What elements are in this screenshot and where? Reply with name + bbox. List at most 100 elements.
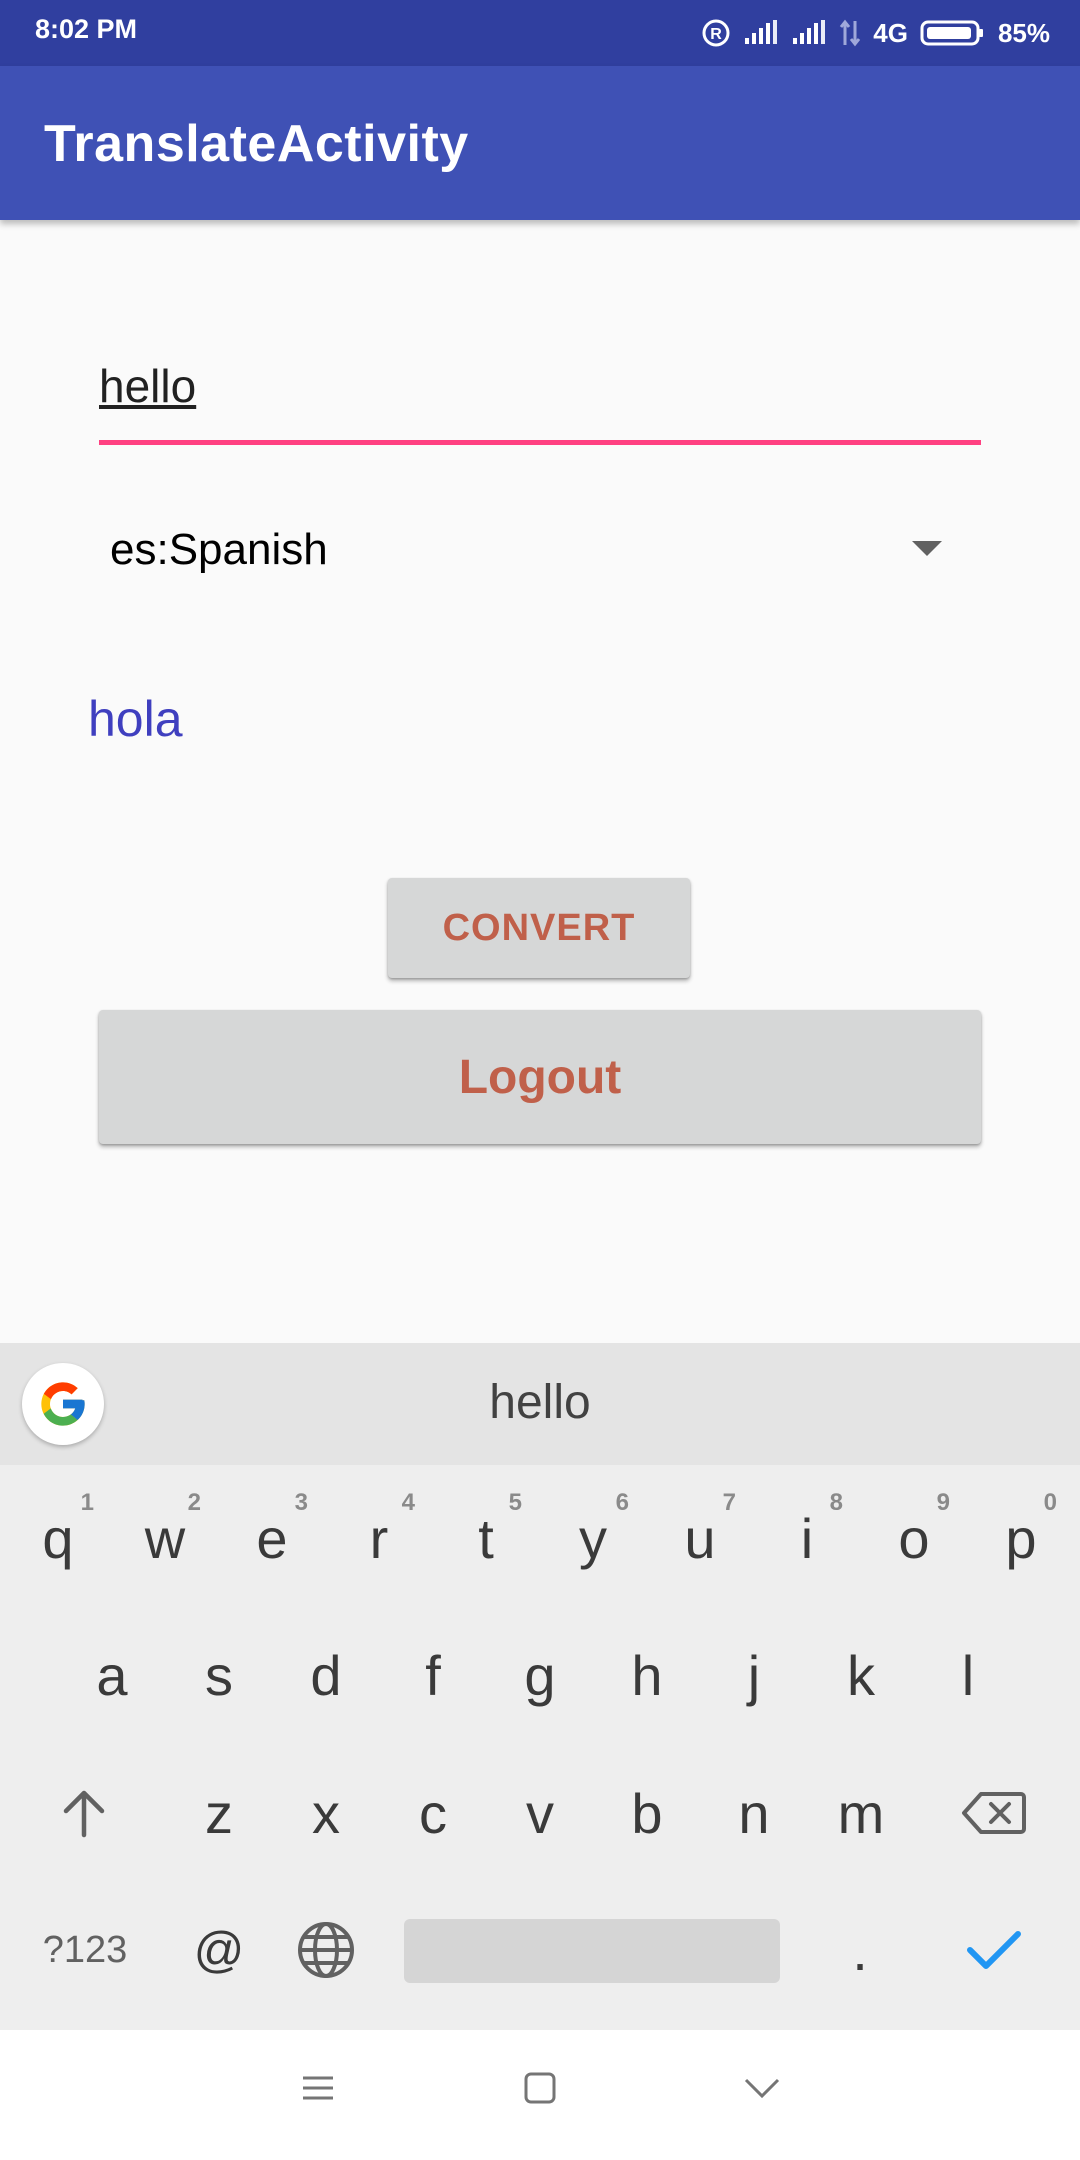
language-spinner[interactable]: es:Spanish [110,515,950,585]
status-icons: R 4G 85% [701,12,1050,54]
key-label: e [256,1506,288,1570]
key-d[interactable]: d [272,1610,380,1740]
app-title: TranslateActivity [44,115,469,173]
key-e[interactable]: e3 [218,1473,326,1603]
key-label: c [419,1781,447,1845]
status-time: 8:02 PM [35,14,138,44]
key-g[interactable]: g [486,1610,594,1740]
key-hint: 2 [187,1489,201,1516]
key-s[interactable]: s [165,1610,273,1740]
key-hint: 3 [294,1489,308,1516]
registered-icon: R [701,18,731,48]
key-label: j [747,1643,761,1707]
key-y[interactable]: y6 [539,1473,647,1603]
key-l[interactable]: l [914,1610,1022,1740]
signal-icon [743,20,779,46]
key-j[interactable]: j [700,1610,808,1740]
key-hint: 7 [722,1489,736,1516]
key-label: l [961,1643,975,1707]
input-underline [99,440,981,445]
checkmark-icon [967,1931,1021,1969]
text-input-container [99,350,981,450]
key-z[interactable]: z [165,1748,273,1878]
home-icon[interactable] [522,2070,558,2106]
key-q[interactable]: q1 [4,1473,112,1603]
key-hint: 1 [80,1489,94,1516]
keyboard-suggestion[interactable]: hello [0,1375,1080,1430]
key-f[interactable]: f [379,1610,487,1740]
space-key[interactable] [404,1919,780,1983]
period-key[interactable]: . [806,1885,914,2015]
convert-button[interactable]: CONVERT [388,878,690,978]
key-o[interactable]: o9 [860,1473,968,1603]
key-label: x [312,1781,340,1845]
svg-text:R: R [710,26,722,43]
key-b[interactable]: b [593,1748,701,1878]
key-label: h [631,1643,663,1707]
key-label: o [898,1506,930,1570]
key-label: i [800,1506,814,1570]
key-hint: 5 [508,1489,522,1516]
dropdown-arrow-icon [912,541,942,556]
key-v[interactable]: v [486,1748,594,1878]
globe-icon [298,1922,354,1978]
key-u[interactable]: u7 [646,1473,754,1603]
key-label: p [1005,1506,1037,1570]
translation-result: hola [88,691,183,747]
key-label: r [369,1506,389,1570]
key-a[interactable]: a [58,1610,166,1740]
network-type: 4G [873,17,908,48]
key-label: m [837,1781,885,1845]
suggestion-bar: hello [0,1343,1080,1465]
key-k[interactable]: k [807,1610,915,1740]
key-label: q [42,1506,74,1570]
key-c[interactable]: c [379,1748,487,1878]
at-key[interactable]: @ [165,1885,273,2015]
key-x[interactable]: x [272,1748,380,1878]
key-label: g [524,1643,556,1707]
key-label: t [478,1506,494,1570]
battery-icon [920,19,986,47]
key-label: b [631,1781,663,1845]
key-label: u [684,1506,716,1570]
backspace-icon [962,1792,1026,1834]
status-bar: 8:02 PM R 4G 85% [0,0,1080,66]
key-hint: 0 [1043,1489,1057,1516]
language-key[interactable] [272,1885,380,2015]
key-m[interactable]: m [807,1748,915,1878]
navigation-bar [0,2030,1080,2160]
key-hint: 8 [829,1489,843,1516]
key-hint: 4 [401,1489,415,1516]
shift-arrow-icon [63,1790,105,1838]
logout-button[interactable]: Logout [99,1010,981,1144]
key-h[interactable]: h [593,1610,701,1740]
key-label: n [738,1781,770,1845]
battery-percent: 85% [997,17,1050,48]
language-spinner-value: es:Spanish [110,525,328,574]
key-label: f [425,1643,441,1707]
signal-icon-2 [791,20,827,46]
key-i[interactable]: i8 [753,1473,861,1603]
key-p[interactable]: p0 [967,1473,1075,1603]
shift-key[interactable] [30,1748,138,1878]
key-label: w [144,1506,186,1570]
text-input[interactable] [99,350,981,422]
key-label: d [310,1643,342,1707]
menu-icon[interactable] [300,2070,336,2106]
key-label: v [526,1781,554,1845]
key-hint: 9 [936,1489,950,1516]
done-key[interactable] [940,1885,1048,2015]
backspace-key[interactable] [940,1748,1048,1878]
symbols-key[interactable]: ?123 [30,1885,140,2015]
key-label: k [847,1643,875,1707]
key-t[interactable]: t5 [432,1473,540,1603]
key-n[interactable]: n [700,1748,808,1878]
key-label: s [205,1643,233,1707]
back-chevron-icon[interactable] [742,2070,782,2106]
app-bar: TranslateActivity [0,66,1080,220]
key-r[interactable]: r4 [325,1473,433,1603]
key-label: z [205,1781,233,1845]
key-w[interactable]: w2 [111,1473,219,1603]
key-label: a [96,1643,128,1707]
key-hint: 6 [615,1489,629,1516]
